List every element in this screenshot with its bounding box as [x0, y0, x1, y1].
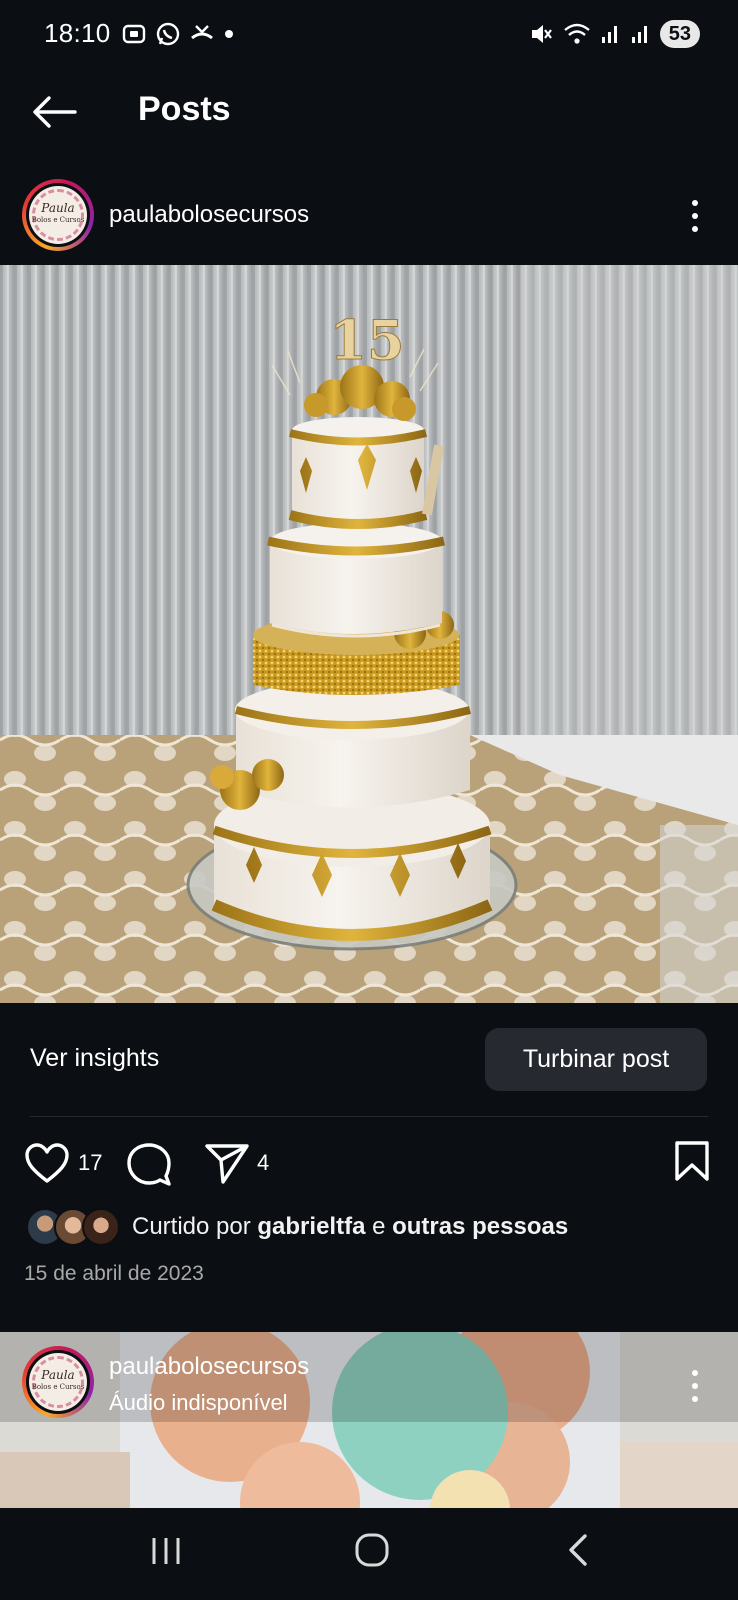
notification-icons: [120, 20, 236, 48]
save-button[interactable]: [674, 1140, 710, 1182]
arrow-left-icon: [33, 96, 77, 128]
cake-topper-number: 15: [329, 308, 404, 372]
heart-icon: [25, 1143, 69, 1183]
next-post-username[interactable]: paulabolosecursos: [109, 1353, 309, 1381]
divider: [30, 1116, 708, 1117]
status-time: 18:10: [44, 18, 111, 48]
comment-icon: [127, 1143, 171, 1186]
boost-post-button[interactable]: Turbinar post: [485, 1028, 707, 1091]
view-insights-link[interactable]: Ver insights: [30, 1044, 159, 1073]
next-post-more-options-button[interactable]: [683, 1366, 707, 1406]
mute-icon: [531, 25, 552, 43]
home-icon: [355, 1533, 389, 1567]
bookmark-icon: [675, 1141, 709, 1181]
next-post-avatar[interactable]: Paula Bolos e Cursos: [22, 1346, 94, 1418]
cake-photo-illustration: 15: [0, 265, 738, 1003]
avatar[interactable]: Paula Bolos e Cursos: [22, 179, 94, 251]
like-button[interactable]: [24, 1142, 70, 1184]
missed-call-icon: [191, 25, 213, 40]
system-navigation-bar: [0, 1508, 738, 1600]
post-date: 15 de abril de 2023: [24, 1262, 204, 1285]
liked-by-row[interactable]: Curtido por gabrieltfa e outras pessoas: [26, 1208, 568, 1246]
battery-indicator: 53: [659, 20, 700, 48]
home-button[interactable]: [354, 1532, 390, 1573]
avatar-logo: Paula Bolos e Cursos: [29, 1353, 87, 1411]
post-photo[interactable]: 15: [0, 265, 738, 1003]
like-count[interactable]: 17: [78, 1150, 102, 1176]
liked-by-text: Curtido por gabrieltfa e outras pessoas: [132, 1213, 569, 1240]
signal-icon-1: [601, 26, 617, 43]
system-back-button[interactable]: [565, 1532, 591, 1573]
wifi-icon: [563, 23, 590, 44]
screenshot-icon: [122, 24, 146, 44]
comment-button[interactable]: [126, 1142, 172, 1186]
share-button[interactable]: [204, 1142, 250, 1184]
post-username[interactable]: paulabolosecursos: [109, 201, 309, 229]
whatsapp-icon: [156, 22, 180, 46]
more-options-button[interactable]: [683, 196, 707, 236]
liker-avatar: [82, 1208, 120, 1246]
page-title: Posts: [138, 90, 231, 128]
share-count[interactable]: 4: [257, 1150, 269, 1176]
recent-apps-button[interactable]: [148, 1534, 184, 1573]
signal-icon-2: [631, 26, 647, 43]
avatar-logo: Paula Bolos e Cursos: [29, 186, 87, 244]
send-icon: [205, 1144, 249, 1184]
audio-status[interactable]: Áudio indisponível: [109, 1390, 288, 1416]
recent-apps-icon: [152, 1538, 180, 1564]
dot-icon: [225, 30, 233, 38]
system-status: 53: [528, 18, 700, 50]
back-button[interactable]: [26, 88, 82, 136]
chevron-left-icon: [569, 1534, 587, 1566]
